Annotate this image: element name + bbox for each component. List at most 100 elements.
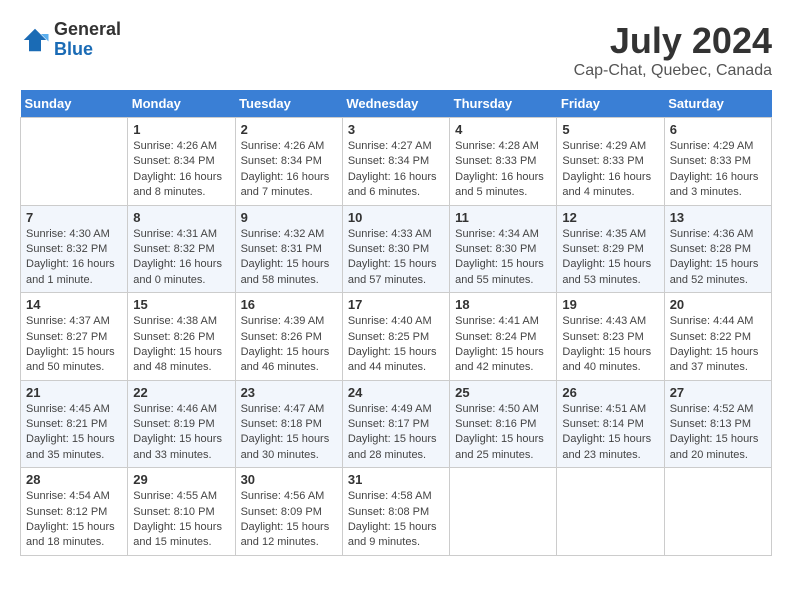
calendar-cell: 16 Sunrise: 4:39 AM Sunset: 8:26 PM Dayli…: [235, 293, 342, 381]
day-info: Sunrise: 4:44 AM Sunset: 8:22 PM Dayligh…: [670, 314, 766, 376]
day-number: 10: [348, 210, 444, 225]
calendar-cell: [21, 118, 128, 206]
day-info: Sunrise: 4:58 AM Sunset: 8:08 PM Dayligh…: [348, 489, 444, 551]
header-thursday: Thursday: [450, 90, 557, 118]
day-info: Sunrise: 4:37 AM Sunset: 8:27 PM Dayligh…: [26, 314, 122, 376]
day-info: Sunrise: 4:36 AM Sunset: 8:28 PM Dayligh…: [670, 227, 766, 289]
calendar-cell: 12 Sunrise: 4:35 AM Sunset: 8:29 PM Dayli…: [557, 205, 664, 293]
calendar-cell: 5 Sunrise: 4:29 AM Sunset: 8:33 PM Daylig…: [557, 118, 664, 206]
day-info: Sunrise: 4:54 AM Sunset: 8:12 PM Dayligh…: [26, 489, 122, 551]
calendar-table: SundayMondayTuesdayWednesdayThursdayFrid…: [20, 90, 772, 556]
day-info: Sunrise: 4:34 AM Sunset: 8:30 PM Dayligh…: [455, 227, 551, 289]
day-number: 27: [670, 385, 766, 400]
day-number: 16: [241, 297, 337, 312]
calendar-cell: 10 Sunrise: 4:33 AM Sunset: 8:30 PM Dayli…: [342, 205, 449, 293]
day-info: Sunrise: 4:31 AM Sunset: 8:32 PM Dayligh…: [133, 227, 229, 289]
calendar-cell: 21 Sunrise: 4:45 AM Sunset: 8:21 PM Dayli…: [21, 380, 128, 468]
day-info: Sunrise: 4:49 AM Sunset: 8:17 PM Dayligh…: [348, 402, 444, 464]
header-row: SundayMondayTuesdayWednesdayThursdayFrid…: [21, 90, 772, 118]
day-number: 11: [455, 210, 551, 225]
day-info: Sunrise: 4:32 AM Sunset: 8:31 PM Dayligh…: [241, 227, 337, 289]
day-info: Sunrise: 4:35 AM Sunset: 8:29 PM Dayligh…: [562, 227, 658, 289]
day-number: 18: [455, 297, 551, 312]
day-number: 9: [241, 210, 337, 225]
day-number: 8: [133, 210, 229, 225]
day-number: 12: [562, 210, 658, 225]
week-row-4: 21 Sunrise: 4:45 AM Sunset: 8:21 PM Dayli…: [21, 380, 772, 468]
day-number: 28: [26, 472, 122, 487]
day-info: Sunrise: 4:40 AM Sunset: 8:25 PM Dayligh…: [348, 314, 444, 376]
calendar-cell: 2Sunrise: 4:26 AM Sunset: 8:34 PM Daylig…: [235, 118, 342, 206]
day-info: Sunrise: 4:29 AM Sunset: 8:33 PM Dayligh…: [670, 139, 766, 201]
day-number: 19: [562, 297, 658, 312]
day-number: 15: [133, 297, 229, 312]
day-number: 23: [241, 385, 337, 400]
calendar-cell: 14 Sunrise: 4:37 AM Sunset: 8:27 PM Dayli…: [21, 293, 128, 381]
day-number: 1: [133, 122, 229, 137]
week-row-1: 1 Sunrise: 4:26 AM Sunset: 8:34 PM Daylig…: [21, 118, 772, 206]
header-saturday: Saturday: [664, 90, 771, 118]
day-number: 14: [26, 297, 122, 312]
day-info: Sunrise: 4:51 AM Sunset: 8:14 PM Dayligh…: [562, 402, 658, 464]
calendar-cell: 3 Sunrise: 4:27 AM Sunset: 8:34 PM Daylig…: [342, 118, 449, 206]
calendar-cell: [664, 468, 771, 556]
day-info: Sunrise: 4:38 AM Sunset: 8:26 PM Dayligh…: [133, 314, 229, 376]
header-sunday: Sunday: [21, 90, 128, 118]
day-info: Sunrise: 4:39 AM Sunset: 8:26 PM Dayligh…: [241, 314, 337, 376]
calendar-cell: 22 Sunrise: 4:46 AM Sunset: 8:19 PM Dayli…: [128, 380, 235, 468]
calendar-cell: 1 Sunrise: 4:26 AM Sunset: 8:34 PM Daylig…: [128, 118, 235, 206]
day-info: Sunrise: 4:29 AM Sunset: 8:33 PM Dayligh…: [562, 139, 658, 201]
header-wednesday: Wednesday: [342, 90, 449, 118]
calendar-cell: 31 Sunrise: 4:58 AM Sunset: 8:08 PM Dayli…: [342, 468, 449, 556]
subtitle: Cap-Chat, Quebec, Canada: [574, 62, 772, 80]
day-number: 13: [670, 210, 766, 225]
calendar-cell: 15 Sunrise: 4:38 AM Sunset: 8:26 PM Dayli…: [128, 293, 235, 381]
day-number: 3: [348, 122, 444, 137]
calendar-cell: 18 Sunrise: 4:41 AM Sunset: 8:24 PM Dayli…: [450, 293, 557, 381]
calendar-cell: 20 Sunrise: 4:44 AM Sunset: 8:22 PM Dayli…: [664, 293, 771, 381]
calendar-cell: [450, 468, 557, 556]
day-number: 21: [26, 385, 122, 400]
main-title: July 2024: [574, 20, 772, 62]
calendar-cell: 7 Sunrise: 4:30 AM Sunset: 8:32 PM Daylig…: [21, 205, 128, 293]
day-number: 26: [562, 385, 658, 400]
day-info: Sunrise: 4:28 AM Sunset: 8:33 PM Dayligh…: [455, 139, 551, 201]
day-number: 7: [26, 210, 122, 225]
calendar-cell: 8 Sunrise: 4:31 AM Sunset: 8:32 PM Daylig…: [128, 205, 235, 293]
calendar-cell: 28 Sunrise: 4:54 AM Sunset: 8:12 PM Dayli…: [21, 468, 128, 556]
calendar-cell: [557, 468, 664, 556]
calendar-cell: 29Sunrise: 4:55 AM Sunset: 8:10 PM Dayli…: [128, 468, 235, 556]
day-info: Sunrise: 4:56 AM Sunset: 8:09 PM Dayligh…: [241, 489, 337, 551]
day-info: Sunrise: 4:30 AM Sunset: 8:32 PM Dayligh…: [26, 227, 122, 289]
day-info: Sunrise: 4:43 AM Sunset: 8:23 PM Dayligh…: [562, 314, 658, 376]
day-info: Sunrise: 4:27 AM Sunset: 8:34 PM Dayligh…: [348, 139, 444, 201]
day-number: 22: [133, 385, 229, 400]
day-info: Sunrise: 4:46 AM Sunset: 8:19 PM Dayligh…: [133, 402, 229, 464]
day-number: 4: [455, 122, 551, 137]
day-number: 5: [562, 122, 658, 137]
week-row-5: 28 Sunrise: 4:54 AM Sunset: 8:12 PM Dayli…: [21, 468, 772, 556]
day-number: 24: [348, 385, 444, 400]
day-number: 30: [241, 472, 337, 487]
logo-icon: [20, 25, 50, 55]
day-info: Sunrise: 4:45 AM Sunset: 8:21 PM Dayligh…: [26, 402, 122, 464]
calendar-cell: 4 Sunrise: 4:28 AM Sunset: 8:33 PM Daylig…: [450, 118, 557, 206]
calendar-cell: 9 Sunrise: 4:32 AM Sunset: 8:31 PM Daylig…: [235, 205, 342, 293]
day-number: 17: [348, 297, 444, 312]
calendar-cell: 11 Sunrise: 4:34 AM Sunset: 8:30 PM Dayli…: [450, 205, 557, 293]
day-info: Sunrise: 4:41 AM Sunset: 8:24 PM Dayligh…: [455, 314, 551, 376]
day-number: 31: [348, 472, 444, 487]
week-row-2: 7 Sunrise: 4:30 AM Sunset: 8:32 PM Daylig…: [21, 205, 772, 293]
logo-blue-text: Blue: [54, 40, 121, 60]
day-info: Sunrise: 4:33 AM Sunset: 8:30 PM Dayligh…: [348, 227, 444, 289]
calendar-cell: 23Sunrise: 4:47 AM Sunset: 8:18 PM Dayli…: [235, 380, 342, 468]
header-tuesday: Tuesday: [235, 90, 342, 118]
calendar-cell: 17 Sunrise: 4:40 AM Sunset: 8:25 PM Dayli…: [342, 293, 449, 381]
day-info: Sunrise: 4:55 AM Sunset: 8:10 PM Dayligh…: [133, 489, 229, 551]
title-area: July 2024 Cap-Chat, Quebec, Canada: [574, 20, 772, 80]
day-number: 20: [670, 297, 766, 312]
page-header: General Blue July 2024 Cap-Chat, Quebec,…: [20, 20, 772, 80]
header-monday: Monday: [128, 90, 235, 118]
day-info: Sunrise: 4:26 AM Sunset: 8:34 PM Dayligh…: [133, 139, 229, 201]
calendar-cell: 26 Sunrise: 4:51 AM Sunset: 8:14 PM Dayli…: [557, 380, 664, 468]
